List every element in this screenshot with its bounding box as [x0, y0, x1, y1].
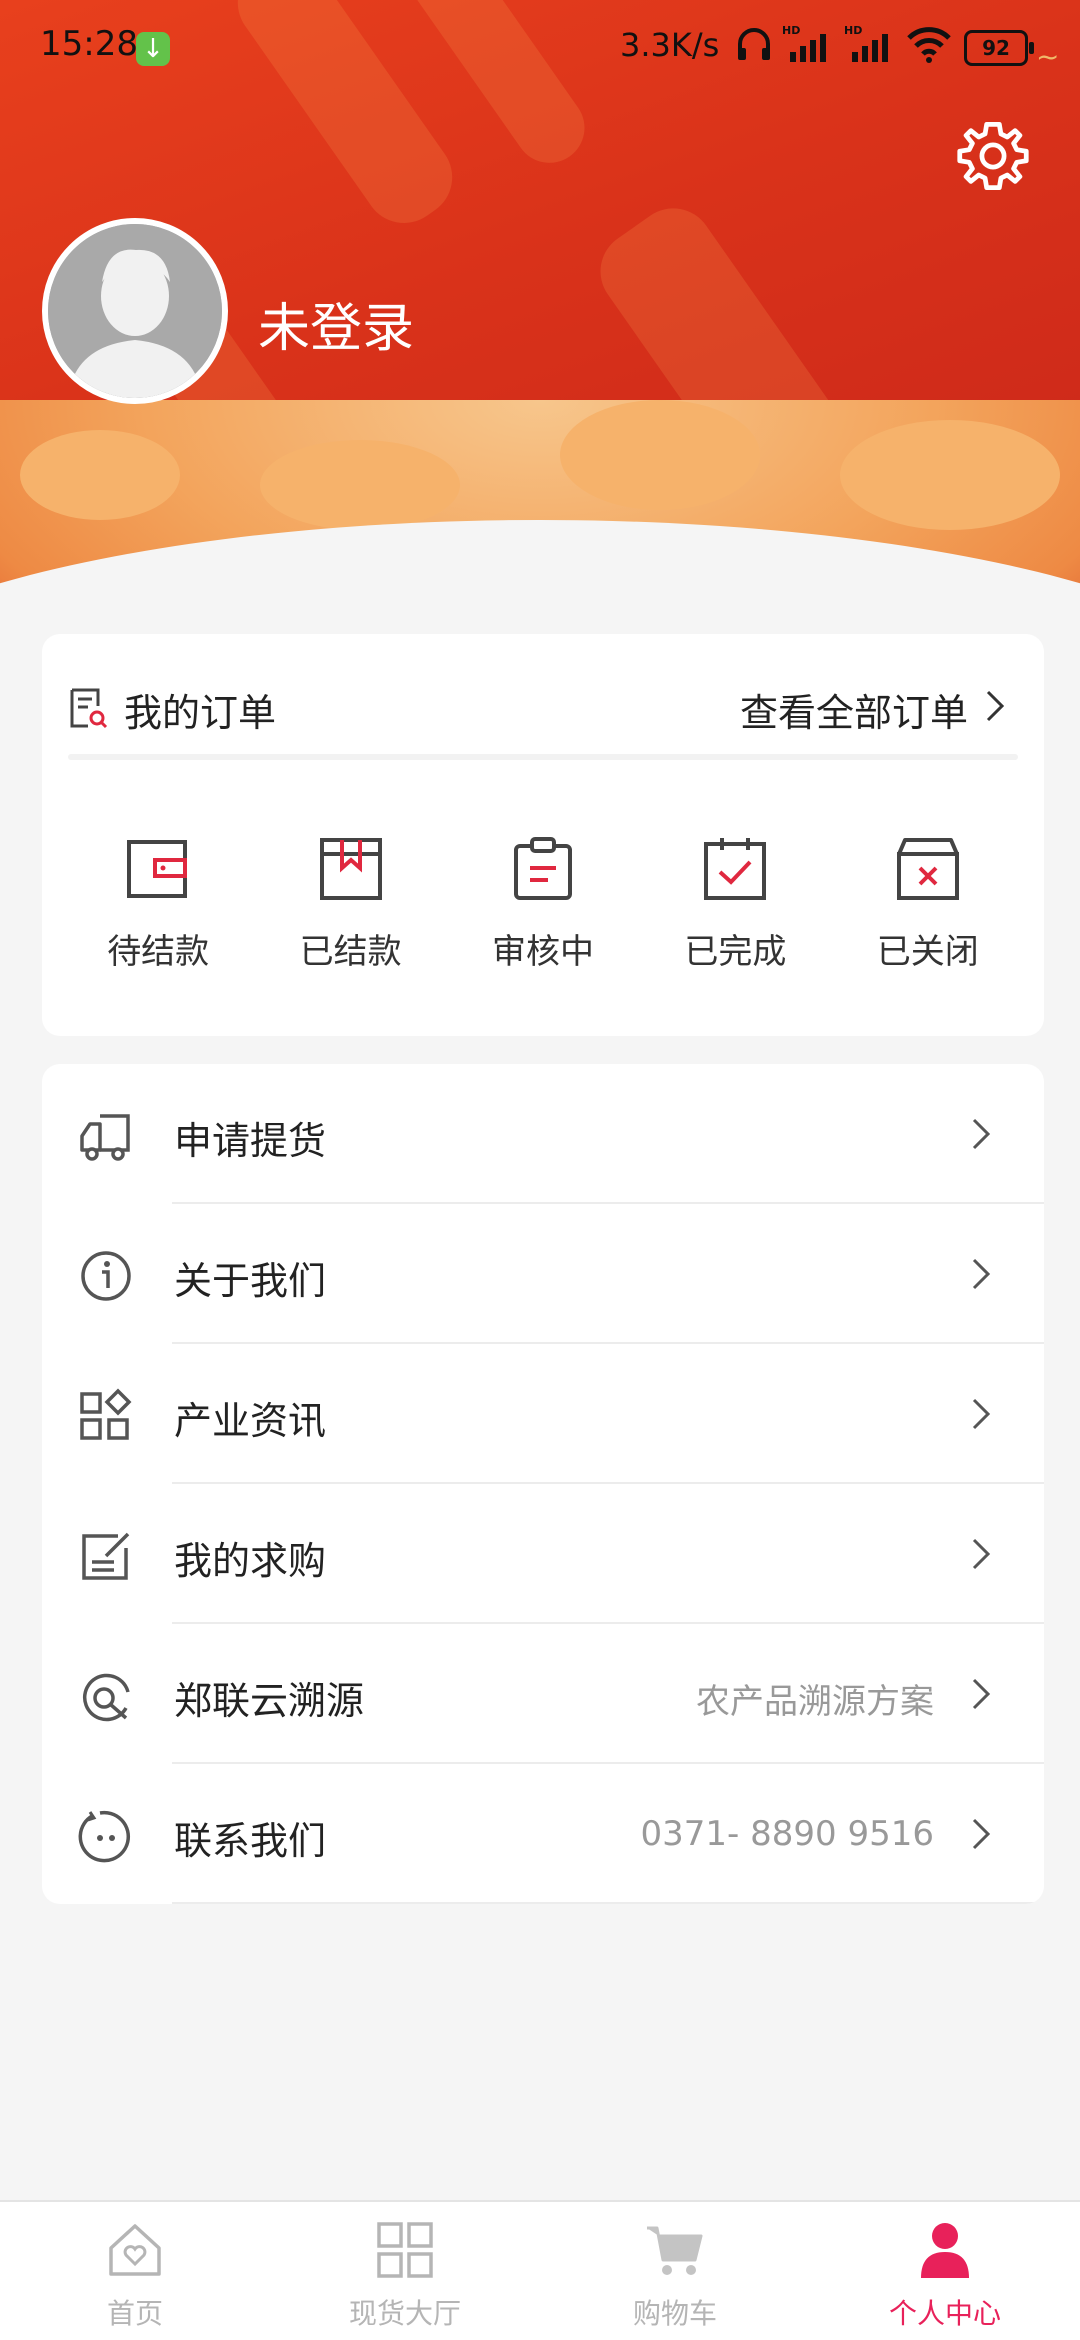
menu-item-label: 郑联云溯源	[174, 1679, 365, 1723]
orders-header: 我的订单 查看全部订单	[68, 680, 1018, 740]
decoration-curl: ~	[1036, 40, 1060, 73]
chat-face-icon	[78, 1810, 131, 1863]
tab-label: 购物车	[632, 2297, 717, 2330]
tab-cart[interactable]: 购物车	[540, 2202, 810, 2340]
menu-item-apply-pickup[interactable]: 申请提货	[42, 1064, 1044, 1204]
chevron-right-icon	[972, 1258, 991, 1290]
status-bar: 15:28 ↓ 3.3K/s HD HD 92 ~	[0, 0, 1080, 96]
headphones-icon	[738, 28, 770, 60]
info-icon	[81, 1251, 131, 1301]
chevron-right-icon	[972, 1818, 991, 1850]
box-x-icon	[896, 838, 959, 900]
menu-item-label: 我的求购	[174, 1539, 327, 1583]
menu-item-contact-us[interactable]: 联系我们 0371- 8890 9516	[42, 1764, 1044, 1904]
cart-icon	[647, 2226, 703, 2275]
tab-label: 个人中心	[888, 2297, 1001, 2330]
grid-icon	[377, 2222, 433, 2278]
edit-note-icon	[82, 1532, 130, 1580]
tab-label: 现货大厅	[348, 2297, 461, 2330]
order-status-completed[interactable]: 已完成	[645, 834, 825, 973]
chevron-right-icon	[972, 1118, 991, 1150]
order-status-label: 已关闭	[876, 932, 979, 972]
order-status-label: 待结款	[107, 932, 210, 972]
settings-gear-icon[interactable]	[955, 118, 1031, 194]
status-time: 15:28	[40, 24, 138, 64]
chevron-right-icon	[972, 1678, 991, 1710]
cloud-decoration	[260, 440, 460, 530]
order-status-list: 待结款 已结款 审核中 已完成 已关闭	[42, 834, 1044, 973]
tab-label: 首页	[106, 2297, 163, 2330]
menu-item-label: 关于我们	[174, 1259, 327, 1303]
menu-item-about-us[interactable]: 关于我们	[42, 1204, 1044, 1344]
cloud-decoration	[20, 430, 180, 520]
menu-divider	[172, 1902, 1044, 1904]
truck-icon	[80, 1114, 130, 1161]
orders-title: 我的订单	[124, 691, 277, 735]
battery-indicator: 92	[964, 30, 1034, 66]
order-status-paid[interactable]: 已结款	[261, 834, 441, 973]
cloud-decoration	[560, 400, 760, 510]
contact-phone: 0371- 8890 9516	[640, 1814, 934, 1854]
order-status-label: 已完成	[684, 932, 787, 972]
clipboard-icon	[513, 837, 572, 900]
menu-item-my-purchase-requests[interactable]: 我的求购	[42, 1484, 1044, 1624]
order-status-pending-payment[interactable]: 待结款	[68, 834, 248, 973]
my-orders-card: 我的订单 查看全部订单 待结款 已结款 审核中 已完成 已关闭	[42, 634, 1044, 1036]
login-status-label[interactable]: 未登录	[258, 286, 414, 361]
view-all-orders-link[interactable]: 查看全部订单	[740, 682, 968, 737]
tab-home[interactable]: 首页	[0, 2202, 270, 2340]
menu-item-industry-news[interactable]: 产业资讯	[42, 1344, 1044, 1484]
person-icon	[921, 2223, 969, 2278]
home-heart-icon	[109, 2224, 161, 2276]
bookmark-box-icon	[319, 838, 382, 900]
chevron-right-icon[interactable]	[978, 686, 1012, 726]
wifi-icon	[907, 27, 951, 63]
menu-item-label: 产业资讯	[174, 1399, 327, 1443]
profile-header: 15:28 ↓ 3.3K/s HD HD 92 ~ 未登录	[0, 0, 1080, 610]
order-status-closed[interactable]: 已关闭	[838, 834, 1018, 973]
order-list-icon	[70, 688, 108, 729]
tab-spot-hall[interactable]: 现货大厅	[270, 2202, 540, 2340]
order-status-label: 审核中	[491, 932, 594, 972]
menu-card: 申请提货 关于我们 产业资讯 我的求购 郑联云溯源 农产品溯源方案 联系我们 0…	[42, 1064, 1044, 1904]
chevron-right-icon	[972, 1538, 991, 1570]
signal-hd-icon: HD	[782, 24, 826, 62]
order-status-label: 已结款	[299, 932, 402, 972]
network-speed: 3.3K/s	[620, 26, 720, 64]
orders-divider	[68, 754, 1018, 760]
bottom-tab-bar: 首页 现货大厅 购物车 个人中心	[0, 2200, 1080, 2340]
menu-item-value: 农产品溯源方案	[696, 1682, 934, 1722]
tab-profile[interactable]: 个人中心	[810, 2202, 1080, 2340]
signal-hd-icon-2: HD	[844, 24, 888, 62]
menu-item-traceability[interactable]: 郑联云溯源 农产品溯源方案	[42, 1624, 1044, 1764]
default-avatar-icon	[48, 224, 222, 398]
download-icon: ↓	[136, 32, 170, 66]
status-icons: HD HD	[736, 24, 952, 64]
calendar-check-icon	[704, 838, 767, 900]
chevron-right-icon	[972, 1398, 991, 1430]
menu-item-label: 联系我们	[174, 1819, 327, 1863]
order-status-reviewing[interactable]: 审核中	[453, 834, 633, 973]
cloud-decoration	[840, 420, 1060, 530]
target-icon	[82, 1673, 130, 1722]
grid-diamond-icon	[80, 1388, 132, 1440]
menu-item-label: 申请提货	[174, 1119, 327, 1163]
svg-text:HD: HD	[782, 24, 800, 37]
wallet-icon	[127, 840, 188, 898]
avatar[interactable]	[42, 218, 228, 404]
svg-text:HD: HD	[844, 24, 862, 37]
